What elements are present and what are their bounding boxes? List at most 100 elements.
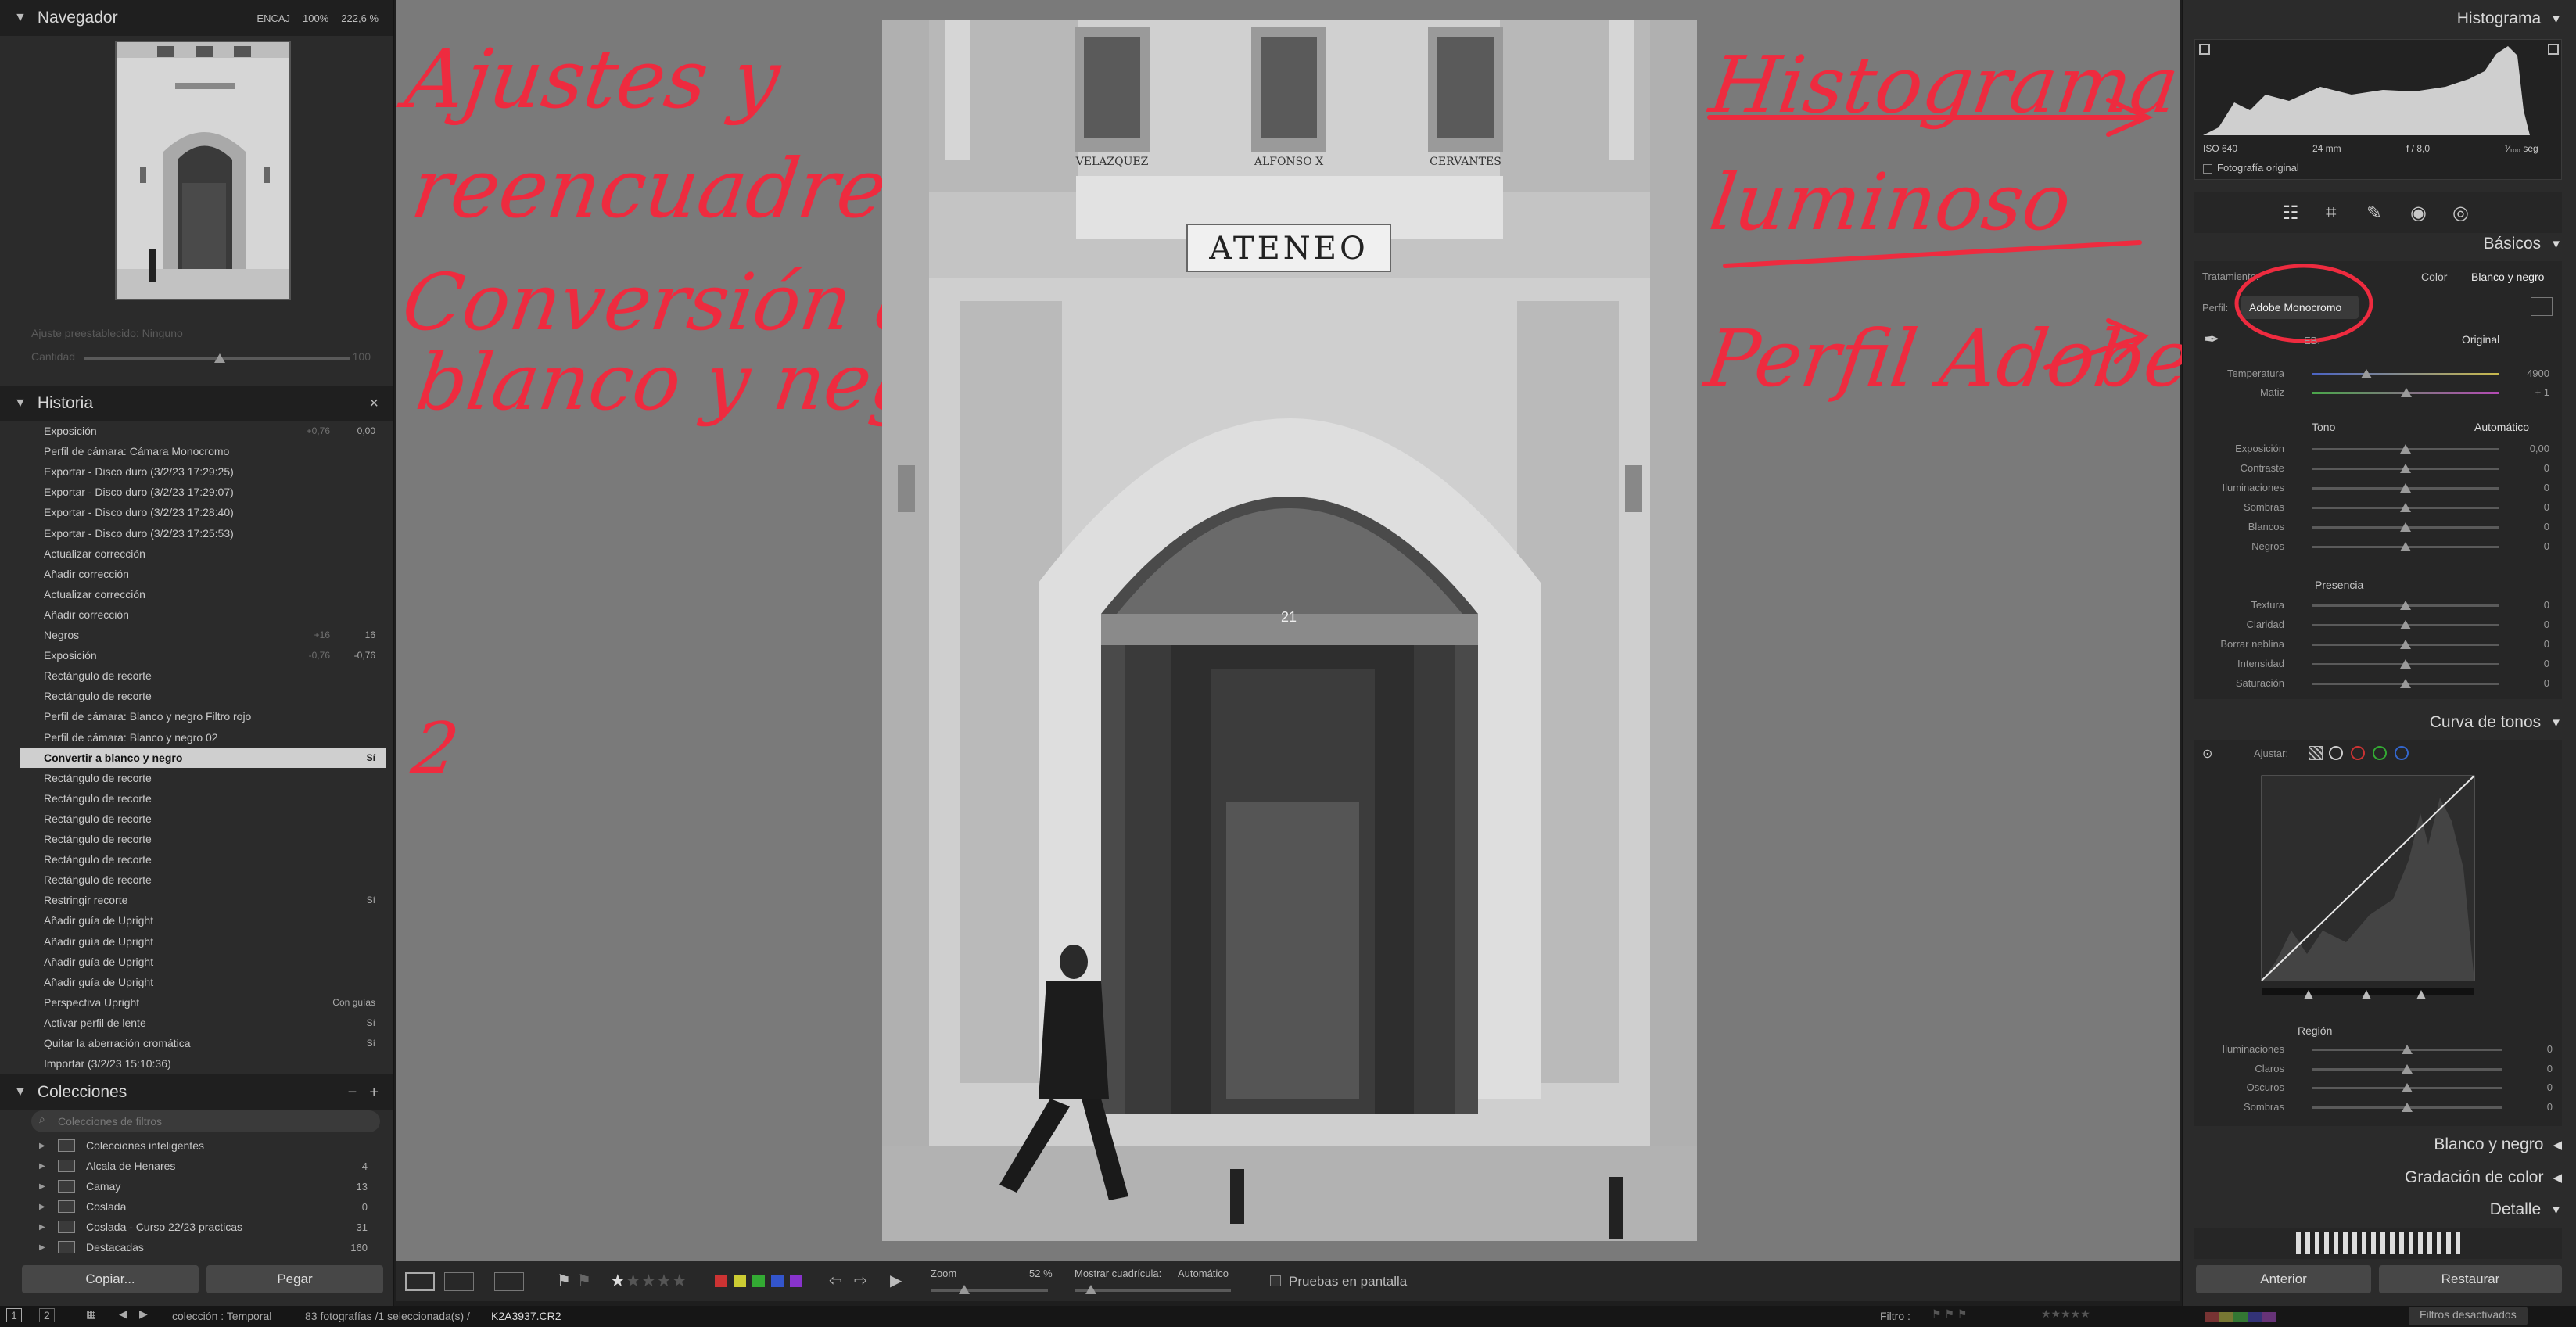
navigator-header[interactable]: ▼ Navegador ENCAJ 100% 222,6 % xyxy=(0,0,393,36)
collection-item[interactable]: ▶ Destacadas 160 xyxy=(39,1237,368,1257)
curve-point-blue-icon[interactable] xyxy=(2395,746,2409,760)
color-label-red-icon[interactable] xyxy=(715,1275,727,1287)
history-item[interactable]: Importar (3/2/23 15:10:36) xyxy=(20,1053,386,1074)
treatment-color-option[interactable]: Color xyxy=(2421,271,2447,283)
collections-search-input[interactable]: ⌕ Colecciones de filtros xyxy=(31,1110,380,1132)
history-item[interactable]: Rectángulo de recorte xyxy=(20,788,386,809)
target-adjust-icon[interactable]: ⊙ xyxy=(2202,746,2212,762)
history-item[interactable]: Añadir corrección xyxy=(20,604,386,625)
collapse-triangle-icon[interactable]: ▼ xyxy=(14,1085,27,1099)
collapse-triangle-icon[interactable]: ▼ xyxy=(2550,1203,2562,1217)
previous-button[interactable]: Anterior xyxy=(2196,1265,2371,1293)
history-item[interactable]: Añadir guía de Upright xyxy=(20,972,386,992)
tint-thumb[interactable] xyxy=(2401,388,2412,397)
basics-header[interactable]: Básicos ▼ xyxy=(2484,235,2562,253)
expand-arrow-icon[interactable]: ▶ xyxy=(39,1223,53,1232)
detail-preview-thumbnail[interactable] xyxy=(2296,1232,2460,1254)
collection-add-icon[interactable]: + xyxy=(369,1084,379,1102)
eyedropper-icon[interactable]: ✒ xyxy=(2204,328,2219,351)
slider-thumb[interactable] xyxy=(2400,640,2411,649)
collections-header[interactable]: ▼ Colecciones − + xyxy=(0,1074,393,1110)
reset-button[interactable]: Restaurar xyxy=(2379,1265,2562,1293)
slider-thumb[interactable] xyxy=(2400,659,2411,669)
slider-thumb[interactable] xyxy=(2400,503,2411,512)
filter-stars-icons[interactable]: ★★★★★ xyxy=(2041,1307,2090,1321)
collapse-triangle-icon[interactable]: ▼ xyxy=(2550,13,2562,26)
previous-arrow-icon[interactable]: ⇦ xyxy=(829,1271,842,1290)
color-grading-header[interactable]: Gradación de color ◀ xyxy=(2405,1168,2562,1187)
history-item[interactable]: Quitar la aberración cromática Sí xyxy=(20,1033,386,1053)
expand-triangle-icon[interactable]: ◀ xyxy=(2553,1138,2562,1152)
grid-slider-thumb[interactable] xyxy=(1085,1285,1096,1294)
history-item[interactable]: Negros +16 16 xyxy=(20,625,386,645)
expand-arrow-icon[interactable]: ▶ xyxy=(39,1243,53,1252)
curve-point-green-icon[interactable] xyxy=(2373,746,2387,760)
collapse-triangle-icon[interactable]: ▼ xyxy=(2550,716,2562,730)
slider-thumb[interactable] xyxy=(2400,522,2411,532)
grid-value[interactable]: Automático xyxy=(1178,1268,1229,1279)
forward-arrow-icon[interactable]: ▶ xyxy=(139,1307,148,1321)
curve-point-red-icon[interactable] xyxy=(2351,746,2365,760)
slider-thumb[interactable] xyxy=(2400,601,2411,610)
page-2-button[interactable]: 2 xyxy=(39,1308,55,1322)
expand-arrow-icon[interactable]: ▶ xyxy=(39,1162,53,1171)
history-item[interactable]: Añadir guía de Upright xyxy=(20,931,386,952)
history-item[interactable]: Exposición +0,76 0,00 xyxy=(20,421,386,441)
expand-arrow-icon[interactable]: ▶ xyxy=(39,1203,53,1211)
histogram[interactable]: ISO 640 24 mm f / 8,0 ¹⁄₁₀₀ seg Fotograf… xyxy=(2194,39,2562,180)
edit-sliders-icon[interactable]: ☷ xyxy=(2282,202,2299,224)
curve-point-white-icon[interactable] xyxy=(2329,746,2343,760)
rating-stars-icon[interactable]: ★★★★★ xyxy=(610,1271,687,1291)
collection-item[interactable]: ▶ Coslada 0 xyxy=(39,1196,368,1217)
collection-item[interactable]: ▶ Alcala de Henares 4 xyxy=(39,1156,368,1176)
slider-thumb[interactable] xyxy=(2402,1045,2413,1054)
slider-thumb[interactable] xyxy=(2400,620,2411,629)
history-item[interactable]: Restringir recorte Sí xyxy=(20,890,386,910)
tone-auto-button[interactable]: Automático xyxy=(2474,421,2529,433)
slider-thumb[interactable] xyxy=(2400,444,2411,454)
history-item[interactable]: Actualizar corrección xyxy=(20,543,386,564)
zoom-100-option[interactable]: 100% xyxy=(303,13,328,24)
original-photo-checkbox[interactable] xyxy=(2203,164,2212,174)
collapse-triangle-icon[interactable]: ▼ xyxy=(2550,238,2562,251)
slider-thumb[interactable] xyxy=(2400,483,2411,493)
history-clear-icon[interactable]: × xyxy=(369,395,379,413)
history-item[interactable]: Rectángulo de recorte xyxy=(20,829,386,849)
zoom-fit-option[interactable]: ENCAJ xyxy=(257,13,290,24)
page-1-button[interactable]: 1 xyxy=(6,1308,22,1322)
wb-value[interactable]: Original xyxy=(2462,333,2499,346)
slideshow-play-icon[interactable]: ▶ xyxy=(890,1271,902,1290)
red-eye-icon[interactable]: ◉ xyxy=(2410,202,2427,224)
preset-amount-thumb[interactable] xyxy=(214,353,225,363)
history-item[interactable]: Perfil de cámara: Blanco y negro 02 xyxy=(20,727,386,748)
history-item[interactable]: Rectángulo de recorte xyxy=(20,768,386,788)
collection-item[interactable]: ▶ Camay 13 xyxy=(39,1176,368,1196)
loupe-view-icon[interactable] xyxy=(405,1272,435,1291)
collection-item[interactable]: ▶ Colecciones inteligentes xyxy=(39,1135,368,1156)
reject-flag-icon[interactable]: ⚑ xyxy=(577,1271,591,1290)
history-item[interactable]: Actualizar corrección xyxy=(20,584,386,604)
crop-icon[interactable]: ⌗ xyxy=(2326,202,2337,224)
navigator-preview[interactable] xyxy=(115,41,291,300)
color-label-purple-icon[interactable] xyxy=(790,1275,802,1287)
history-item[interactable]: Perspectiva Upright Con guías xyxy=(20,992,386,1013)
temperature-slider[interactable] xyxy=(2312,373,2499,375)
color-label-green-icon[interactable] xyxy=(752,1275,765,1287)
history-item[interactable]: Convertir a blanco y negro Sí xyxy=(20,747,386,768)
slider-thumb[interactable] xyxy=(2402,1102,2413,1112)
history-item[interactable]: Rectángulo de recorte xyxy=(20,809,386,829)
paste-button[interactable]: Pegar xyxy=(206,1265,383,1293)
history-item[interactable]: Añadir guía de Upright xyxy=(20,952,386,972)
filters-off-button[interactable]: Filtros desactivados xyxy=(2409,1307,2528,1325)
healing-icon[interactable]: ✎ xyxy=(2366,202,2382,224)
color-label-blue-icon[interactable] xyxy=(771,1275,784,1287)
source-label[interactable]: colección : Temporal xyxy=(172,1310,271,1322)
history-item[interactable]: Añadir guía de Upright xyxy=(20,910,386,931)
filter-flag-icons[interactable]: ⚑ ⚑ ⚑ xyxy=(1932,1307,1967,1321)
history-item[interactable]: Añadir corrección xyxy=(20,564,386,584)
history-item[interactable]: Exposición -0,76 -0,76 xyxy=(20,645,386,665)
zoom-custom-option[interactable]: 222,6 % xyxy=(341,13,379,24)
expand-arrow-icon[interactable]: ▶ xyxy=(39,1142,53,1150)
collection-remove-icon[interactable]: − xyxy=(348,1084,357,1102)
soft-proof-checkbox[interactable] xyxy=(1270,1275,1281,1286)
